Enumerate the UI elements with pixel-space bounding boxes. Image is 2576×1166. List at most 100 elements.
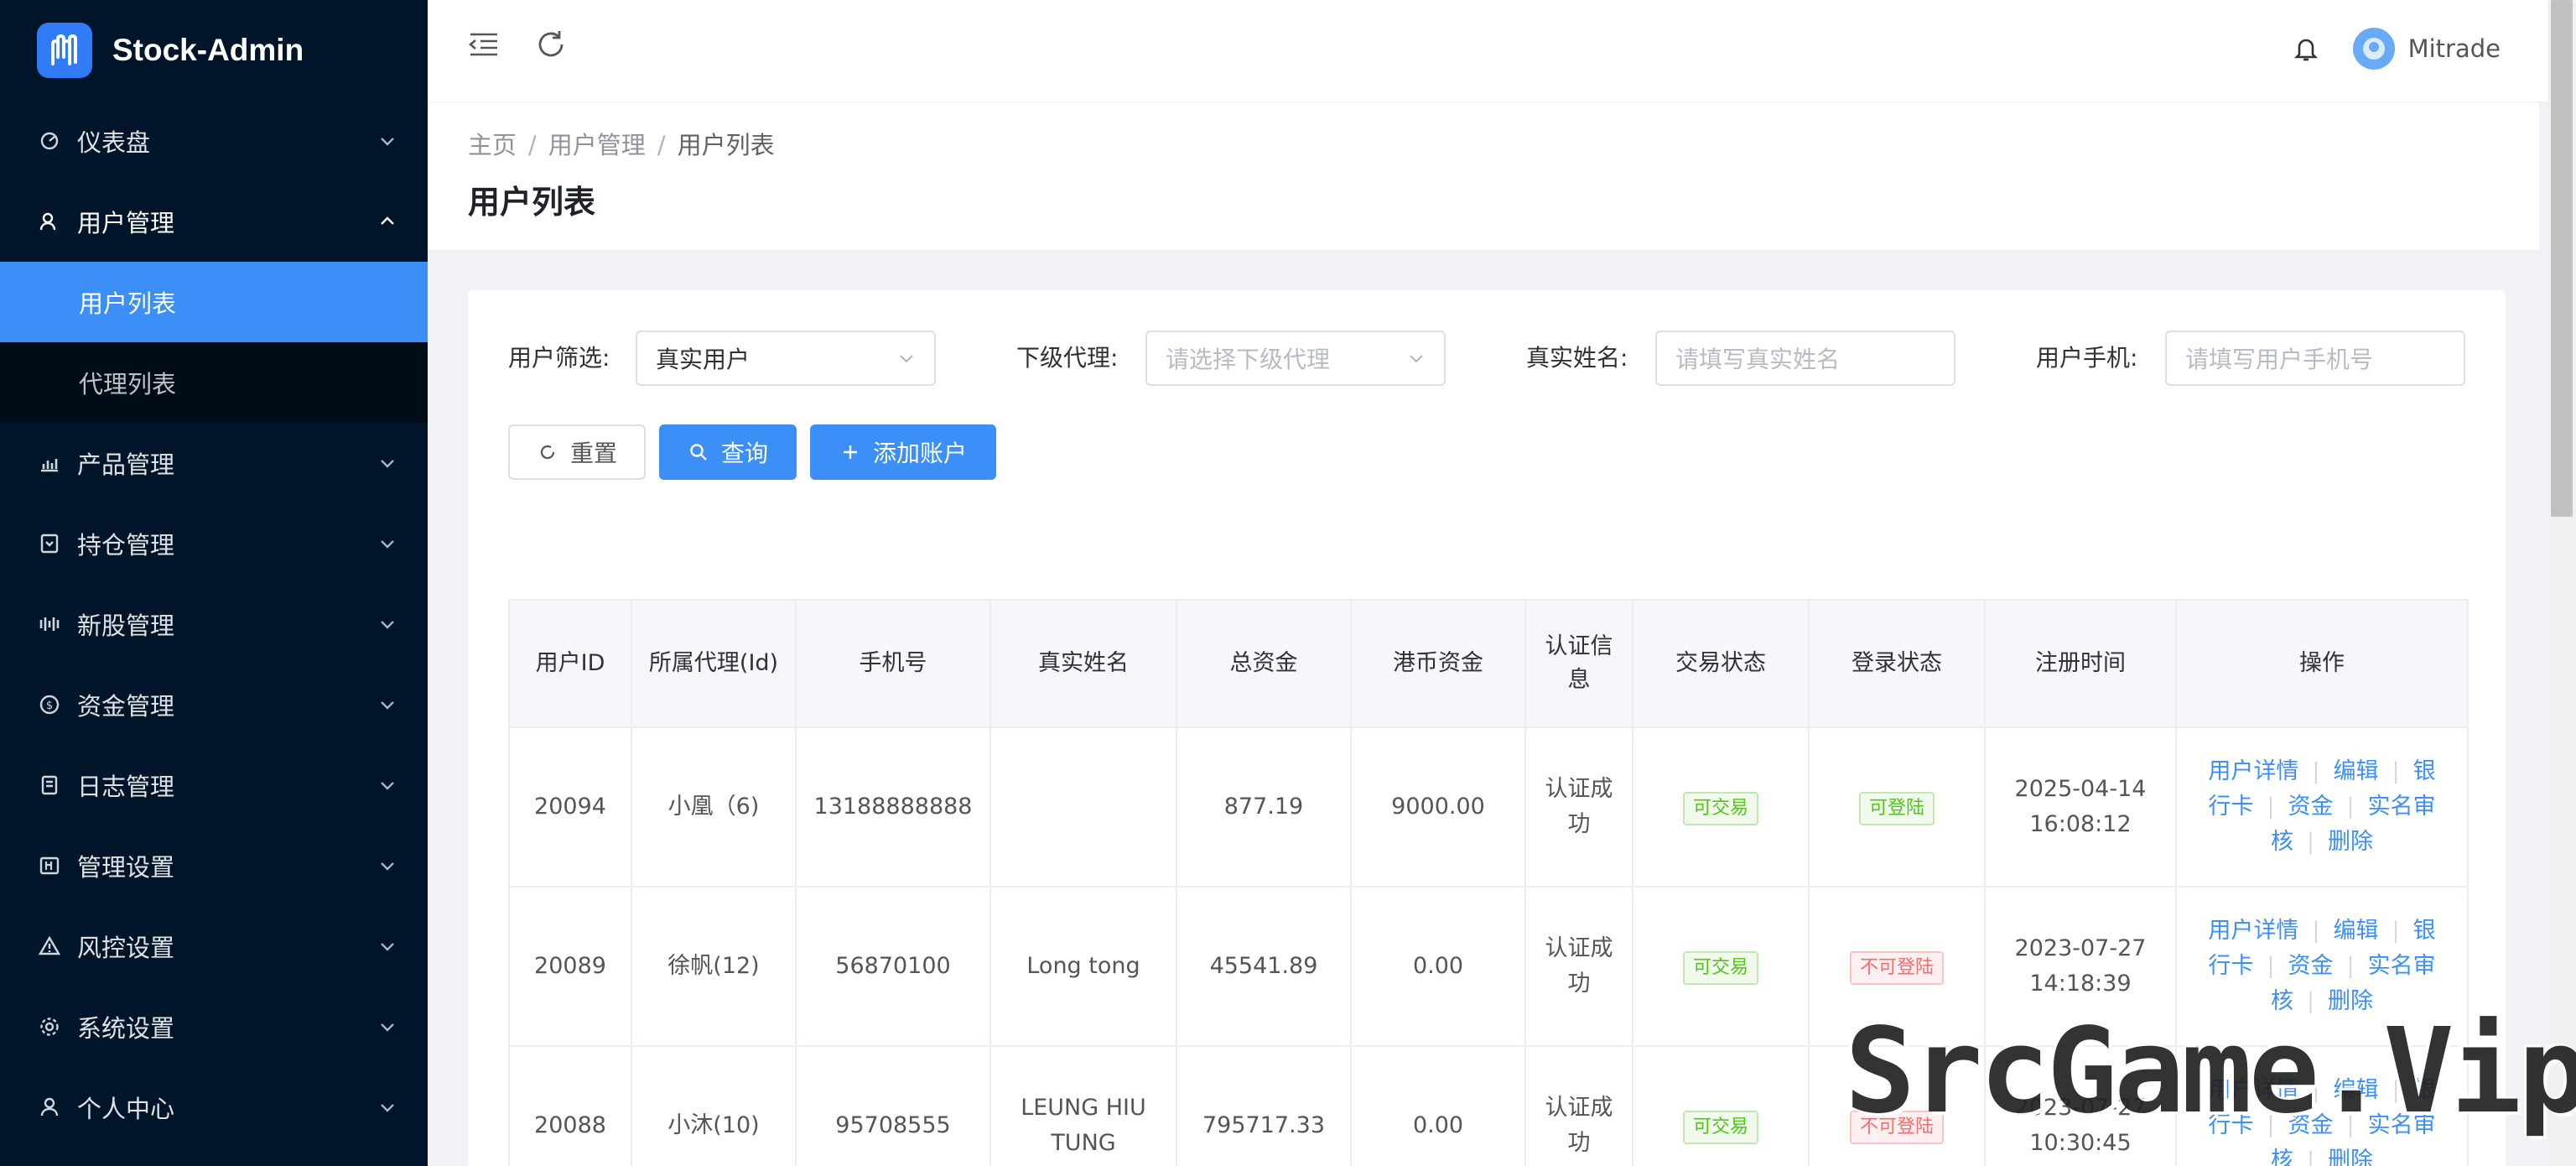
notification-bell-button[interactable] <box>2289 32 2323 65</box>
agent-cell: 徐帆(12) <box>631 886 797 1047</box>
funds-link[interactable]: 资金 <box>2288 794 2334 820</box>
sidebar-item-agent-list[interactable]: 代理列表 <box>0 342 428 423</box>
scrollbar-thumb[interactable] <box>2551 0 2573 517</box>
user-id-cell: 20088 <box>508 1045 632 1166</box>
sidebar-item-label: 日志管理 <box>77 773 175 801</box>
column-header: 操作 <box>2175 599 2469 728</box>
chevron-down-icon <box>1410 355 1423 363</box>
log-icon <box>37 773 62 798</box>
sidebar-item-label: 管理设置 <box>77 853 175 882</box>
plus-icon <box>839 441 861 463</box>
gear-icon <box>37 1014 62 1039</box>
funds-link[interactable]: 资金 <box>2288 953 2334 979</box>
sidebar-item-logs[interactable]: 日志管理 <box>0 745 428 825</box>
sidebar-item-risk-settings[interactable]: 风控设置 <box>0 906 428 986</box>
breadcrumb-home[interactable]: 主页 <box>468 131 517 159</box>
user-filter-value: 真实用户 <box>656 346 750 373</box>
collapse-menu-button[interactable] <box>465 25 503 64</box>
search-button[interactable]: 查询 <box>659 424 797 480</box>
bell-icon <box>2293 39 2318 61</box>
real-name-label: 真实姓名: <box>1526 344 1628 372</box>
chevron-down-icon <box>381 1104 394 1112</box>
username[interactable]: Mitrade <box>2408 34 2501 63</box>
column-header: 所属代理(Id) <box>631 599 797 728</box>
sidebar-item-products[interactable]: 产品管理 <box>0 423 428 503</box>
search-label: 查询 <box>720 440 768 467</box>
user-detail-link[interactable]: 用户详情 <box>2208 758 2298 784</box>
reset-icon <box>537 441 558 463</box>
hkd-funds-cell: 0.00 <box>1350 886 1526 1047</box>
real-name-cell: Long tong <box>989 886 1177 1047</box>
add-account-button[interactable]: 添加账户 <box>810 424 996 480</box>
agent-select[interactable]: 请选择下级代理 <box>1145 331 1446 386</box>
sidebar: Stock-Admin 仪表盘 用户管理 用户列表 代理列表 产品管理 持仓管理… <box>0 0 428 1166</box>
chevron-up-icon <box>381 216 394 225</box>
app-title: Stock-Admin <box>112 33 304 67</box>
user-detail-link[interactable]: 用户详情 <box>2208 918 2298 944</box>
sidebar-item-funds[interactable]: $ 资金管理 <box>0 664 428 745</box>
chevron-down-icon <box>381 1023 394 1032</box>
page-header: 主页 / 用户管理 / 用户列表 用户列表 <box>428 102 2539 250</box>
reset-button[interactable]: 重置 <box>508 424 646 480</box>
agent-label: 下级代理: <box>1016 344 1119 372</box>
sidebar-item-dashboard[interactable]: 仪表盘 <box>0 101 428 181</box>
search-icon <box>688 441 709 463</box>
sidebar-item-label: 新股管理 <box>77 612 175 640</box>
column-header: 港币资金 <box>1350 599 1526 728</box>
auth-cell: 认证成功 <box>1524 1045 1633 1166</box>
user-id-cell: 20094 <box>508 726 632 888</box>
sidebar-item-label: 仪表盘 <box>77 128 151 157</box>
sidebar-item-system-settings[interactable]: 系统设置 <box>0 986 428 1067</box>
user-id-cell: 20089 <box>508 886 632 1047</box>
delete-link[interactable]: 删除 <box>2328 829 2373 855</box>
sidebar-item-user-management[interactable]: 用户管理 <box>0 181 428 262</box>
auth-cell: 认证成功 <box>1524 726 1633 888</box>
real-name-placeholder: 请填写真实姓名 <box>1675 346 1841 373</box>
sidebar-item-admin-settings[interactable]: 管理设置 <box>0 825 428 906</box>
operations-cell: 用户详情 | 编辑 | 银行卡 | 资金 | 实名审核 | 删除 <box>2175 726 2469 888</box>
chevron-down-icon <box>900 355 913 363</box>
user-filter-label: 用户筛选: <box>508 344 610 372</box>
breadcrumb-parent[interactable]: 用户管理 <box>548 131 646 159</box>
app-logo[interactable]: Stock-Admin <box>37 23 304 78</box>
person-icon <box>37 1095 62 1120</box>
column-header: 真实姓名 <box>989 599 1177 728</box>
table-header-row: 用户ID 所属代理(Id) 手机号 真实姓名 总资金 港币资金 认证信息 交易状… <box>508 599 2469 728</box>
user-area: Mitrade <box>2289 25 2501 72</box>
add-account-label: 添加账户 <box>872 440 967 467</box>
user-filter-select[interactable]: 真实用户 <box>636 331 936 386</box>
risk-warning-icon <box>37 934 62 959</box>
phone-input[interactable]: 请填写用户手机号 <box>2165 331 2465 386</box>
refresh-button[interactable] <box>532 25 570 64</box>
phone-cell: 56870100 <box>795 886 991 1047</box>
edit-link[interactable]: 编辑 <box>2334 758 2379 784</box>
sidebar-item-ipo[interactable]: 新股管理 <box>0 584 428 664</box>
real-name-cell: LEUNG HIU TUNG <box>989 1045 1177 1166</box>
sidebar-item-profile[interactable]: 个人中心 <box>0 1067 428 1148</box>
chevron-down-icon <box>381 943 394 951</box>
total-funds-cell: 45541.89 <box>1176 886 1352 1047</box>
sidebar-item-user-list[interactable]: 用户列表 <box>0 262 428 342</box>
menu-fold-icon <box>468 33 497 56</box>
filter-bar: 用户筛选: 真实用户 下级代理: 请选择下级代理 真实姓名: 请填写真实姓名 用… <box>508 331 2467 386</box>
chevron-down-icon <box>381 621 394 629</box>
sidebar-item-label: 个人中心 <box>77 1095 175 1123</box>
delete-link[interactable]: 删除 <box>2328 1148 2373 1166</box>
phone-cell: 95708555 <box>795 1045 991 1166</box>
refresh-icon <box>538 31 564 57</box>
status-badge: 可登陆 <box>1858 791 1935 825</box>
real-name-input[interactable]: 请填写真实姓名 <box>1655 331 1955 386</box>
phone-cell: 13188888888 <box>795 726 991 888</box>
top-header: Mitrade <box>428 0 2576 102</box>
chevron-down-icon <box>381 460 394 468</box>
agent-cell: 小沐(10) <box>631 1045 797 1166</box>
agent-cell: 小凰（6) <box>631 726 797 888</box>
trade-status-cell: 可交易 <box>1632 1045 1810 1166</box>
user-group-icon <box>37 209 62 234</box>
breadcrumb-current: 用户列表 <box>677 131 775 159</box>
sidebar-item-positions[interactable]: 持仓管理 <box>0 503 428 584</box>
avatar[interactable] <box>2352 28 2395 70</box>
edit-link[interactable]: 编辑 <box>2334 918 2379 944</box>
status-badge: 可交易 <box>1682 791 1758 825</box>
action-bar: 重置 查询 添加账户 <box>508 424 1010 480</box>
